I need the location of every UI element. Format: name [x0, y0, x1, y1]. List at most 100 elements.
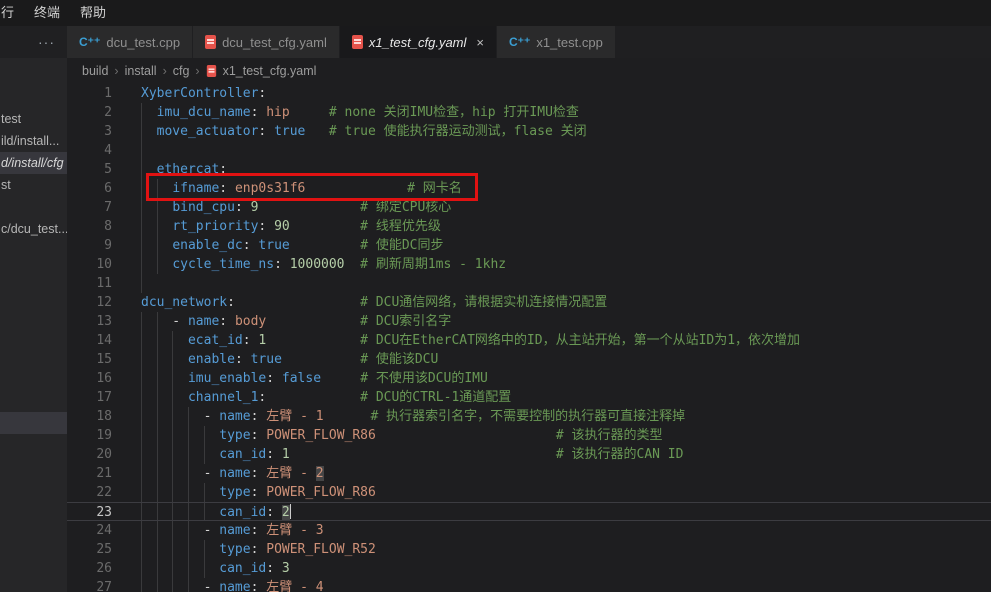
code-line-15[interactable]: 15 enable: true # 使能该DCU: [67, 350, 991, 369]
code-line-21[interactable]: 21 - name: 左臂 - 2: [67, 464, 991, 483]
sidebar-panel[interactable]: ··· testild/install...d/install/cfgst c/d…: [0, 26, 67, 592]
code-line-27[interactable]: 27 - name: 左臂 - 4: [67, 578, 991, 592]
breadcrumb-segment[interactable]: install: [123, 64, 159, 78]
line-number: 16: [67, 369, 112, 388]
sidebar-item-3[interactable]: st: [0, 174, 67, 196]
token: [141, 447, 219, 462]
line-number: 24: [67, 521, 112, 540]
token: [141, 561, 219, 576]
code-line-7[interactable]: 7 bind_cpu: 9 # 绑定CPU核心: [67, 198, 991, 217]
tab-dcu_test.cpp[interactable]: C⁺⁺dcu_test.cpp: [67, 26, 192, 58]
code-editor[interactable]: 1XyberController:2 imu_dcu_name: hip # n…: [67, 84, 991, 592]
menu-item-2[interactable]: 帮助: [70, 0, 116, 26]
tab-label: dcu_test_cfg.yaml: [222, 35, 327, 50]
code-line-10[interactable]: 10 cycle_time_ns: 1000000 # 刷新周期1ms - 1k…: [67, 255, 991, 274]
code-line-16[interactable]: 16 imu_enable: false # 不使用该DCU的IMU: [67, 369, 991, 388]
line-number: 10: [67, 255, 112, 274]
token: [235, 295, 360, 310]
code-line-9[interactable]: 9 enable_dc: true # 使能DC同步: [67, 236, 991, 255]
indent-guide: [157, 540, 158, 559]
sidebar-item-0[interactable]: test: [0, 108, 67, 130]
indent-guide: [172, 388, 173, 407]
indent-guide: [141, 369, 142, 388]
token: [324, 409, 371, 424]
token: :: [266, 447, 282, 462]
indent-guide: [141, 312, 142, 331]
code-line-17[interactable]: 17 channel_1: # DCU的CTRL-1通道配置: [67, 388, 991, 407]
code-line-8[interactable]: 8 rt_priority: 90 # 线程优先级: [67, 217, 991, 236]
indent-guide: [141, 236, 142, 255]
token: name: [219, 523, 250, 538]
code-line-20[interactable]: 20 can_id: 1 # 该执行器的CAN ID: [67, 445, 991, 464]
close-icon[interactable]: ×: [476, 35, 484, 50]
line-number: 5: [67, 160, 112, 179]
code-content: - name: body # DCU索引名字: [141, 312, 451, 331]
indent-guide: [141, 217, 142, 236]
token: [141, 390, 188, 405]
code-content: bind_cpu: 9 # 绑定CPU核心: [141, 198, 451, 217]
sidebar-item-5[interactable]: [0, 412, 67, 434]
tab-label: x1_test_cfg.yaml: [369, 35, 467, 50]
code-content: dcu_network: # DCU通信网络，请根据实机连接情况配置: [141, 293, 607, 312]
tab-dcu_test_cfg.yaml[interactable]: dcu_test_cfg.yaml: [193, 26, 339, 58]
token: :: [251, 580, 267, 592]
code-line-24[interactable]: 24 - name: 左臂 - 3: [67, 521, 991, 540]
code-line-14[interactable]: 14 ecat_id: 1 # DCU在EtherCAT网络中的ID，从主站开始…: [67, 331, 991, 350]
code-line-3[interactable]: 3 move_actuator: true # true 使能执行器运动测试，f…: [67, 122, 991, 141]
menu-item-1[interactable]: 终端: [24, 0, 70, 26]
token: :: [251, 542, 267, 557]
indent-guide: [172, 445, 173, 464]
code-line-6[interactable]: 6 ifname: enp0s31f6 # 网卡名: [67, 179, 991, 198]
indent-guide: [157, 217, 158, 236]
token: -: [141, 466, 219, 481]
sidebar-item-4[interactable]: c/dcu_test...: [0, 218, 67, 240]
code-line-2[interactable]: 2 imu_dcu_name: hip # none 关闭IMU检查，hip 打…: [67, 103, 991, 122]
token: 左臂 - 4: [266, 580, 323, 592]
more-actions-icon[interactable]: ···: [38, 34, 67, 50]
indent-guide: [188, 483, 189, 502]
code-line-11[interactable]: 11: [67, 274, 991, 293]
code-content: imu_enable: false # 不使用该DCU的IMU: [141, 369, 488, 388]
code-line-26[interactable]: 26 can_id: 3: [67, 559, 991, 578]
token: true: [258, 238, 289, 253]
code-line-23[interactable]: 23 can_id: 2: [67, 502, 991, 521]
token: # true 使能执行器运动测试，flase 关闭: [329, 124, 587, 139]
code-line-1[interactable]: 1XyberController:: [67, 84, 991, 103]
line-number: 7: [67, 198, 112, 217]
code-line-13[interactable]: 13 - name: body # DCU索引名字: [67, 312, 991, 331]
code-line-18[interactable]: 18 - name: 左臂 - 1 # 执行器索引名字，不需要控制的执行器可直接…: [67, 407, 991, 426]
token: 左臂 - 1: [266, 409, 323, 424]
line-number: 11: [67, 274, 112, 293]
token: [266, 314, 360, 329]
indent-guide: [157, 350, 158, 369]
code-content: type: POWER_FLOW_R52: [141, 540, 376, 559]
indent-guide: [141, 521, 142, 540]
breadcrumb-segment[interactable]: build: [80, 64, 110, 78]
token: [141, 276, 157, 291]
token: # 网卡名: [407, 181, 462, 196]
indent-guide: [172, 369, 173, 388]
line-number: 4: [67, 141, 112, 160]
token: [141, 352, 188, 367]
sidebar-item-2[interactable]: d/install/cfg: [0, 152, 67, 174]
menu-item-0[interactable]: 行: [0, 0, 24, 26]
code-line-25[interactable]: 25 type: POWER_FLOW_R52: [67, 540, 991, 559]
line-number: 27: [67, 578, 112, 592]
code-line-19[interactable]: 19 type: POWER_FLOW_R86 # 该执行器的类型: [67, 426, 991, 445]
code-line-12[interactable]: 12dcu_network: # DCU通信网络，请根据实机连接情况配置: [67, 293, 991, 312]
token: :: [266, 371, 282, 386]
tab-x1_test_cfg.yaml[interactable]: x1_test_cfg.yaml ×: [340, 26, 496, 58]
token: XyberController: [141, 86, 258, 101]
breadcrumb-file[interactable]: x1_test_cfg.yaml: [221, 64, 319, 78]
code-line-22[interactable]: 22 type: POWER_FLOW_R86: [67, 483, 991, 502]
token: # DCU索引名字: [360, 314, 451, 329]
sidebar-item-1[interactable]: ild/install...: [0, 130, 67, 152]
token: rt_priority: [172, 219, 258, 234]
code-line-5[interactable]: 5 ethercat:: [67, 160, 991, 179]
token: [258, 200, 360, 215]
breadcrumb-segment[interactable]: cfg: [171, 64, 192, 78]
token: :: [274, 257, 290, 272]
indent-guide: [157, 503, 158, 520]
code-line-4[interactable]: 4: [67, 141, 991, 160]
tab-x1_test.cpp[interactable]: C⁺⁺x1_test.cpp: [497, 26, 615, 58]
